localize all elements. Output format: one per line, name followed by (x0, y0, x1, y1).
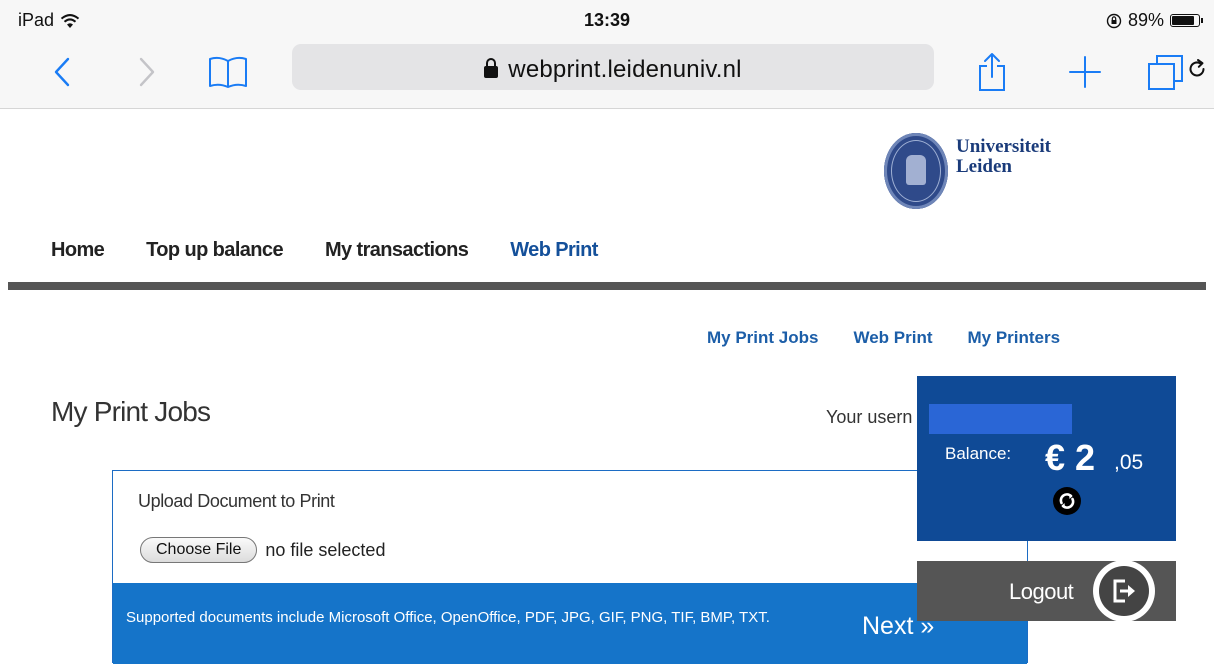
chevron-left-icon (54, 57, 70, 87)
main-nav: Home Top up balance My transactions Web … (51, 239, 640, 262)
book-icon (209, 56, 247, 88)
logout-icon-inner (1099, 566, 1149, 616)
nav-top-up-balance[interactable]: Top up balance (146, 239, 283, 262)
forward-button[interactable] (125, 50, 169, 94)
upload-panel: Upload Document to Print Choose File no … (112, 470, 1028, 664)
new-tab-button[interactable] (1063, 50, 1107, 94)
subnav-web-print[interactable]: Web Print (853, 328, 932, 348)
supported-formats-text: Supported documents include Microsoft Of… (126, 609, 770, 626)
chevron-right-icon (139, 57, 155, 87)
logout-icon (1093, 560, 1155, 622)
url-text: webprint.leidenuniv.nl (508, 56, 742, 83)
share-icon (979, 53, 1005, 91)
file-status: no file selected (265, 539, 386, 560)
reload-icon (1189, 59, 1205, 77)
page-title: My Print Jobs (51, 396, 211, 427)
logo-text: Universiteit Leiden (956, 137, 1051, 177)
status-right: 89% (1106, 10, 1203, 31)
username-redacted (929, 404, 1072, 434)
exit-icon (1113, 579, 1135, 603)
tabs-button[interactable] (1144, 50, 1188, 94)
lock-icon (484, 58, 499, 78)
url-display: webprint.leidenuniv.nl (292, 56, 934, 84)
upload-footer: Supported documents include Microsoft Of… (113, 583, 1027, 664)
university-logo[interactable]: Universiteit Leiden (884, 133, 1051, 209)
balance-panel: Balance: € 2 ,05 (917, 376, 1176, 541)
subnav-my-printers[interactable]: My Printers (968, 328, 1061, 348)
battery-percent: 89% (1127, 10, 1164, 30)
refresh-icon (1059, 493, 1075, 509)
bookmarks-button[interactable] (206, 50, 250, 94)
logout-button[interactable]: Logout (917, 560, 1176, 622)
status-bar: iPad 13:39 89% (0, 0, 1214, 40)
browser-toolbar: webprint.leidenuniv.nl (0, 40, 1214, 109)
address-bar[interactable]: webprint.leidenuniv.nl (292, 44, 1205, 90)
refresh-balance-button[interactable] (1053, 487, 1081, 515)
balance-label: Balance: (945, 444, 1012, 463)
balance-cents: ,05 (1114, 451, 1144, 474)
clock: 13:39 (583, 10, 631, 30)
nav-divider (8, 282, 1206, 290)
subnav-my-print-jobs[interactable]: My Print Jobs (707, 328, 818, 348)
logout-label: Logout (1009, 579, 1074, 604)
back-button[interactable] (40, 50, 84, 94)
file-chooser: Choose File no file selected (140, 537, 385, 563)
upload-title: Upload Document to Print (138, 491, 335, 511)
nav-web-print[interactable]: Web Print (510, 239, 598, 262)
leiden-seal-icon (884, 133, 948, 209)
nav-my-transactions[interactable]: My transactions (325, 239, 469, 262)
share-button[interactable] (970, 50, 1014, 94)
battery-icon (1170, 14, 1203, 27)
plus-icon (1069, 56, 1101, 88)
sub-nav: My Print Jobs Web Print My Printers (707, 328, 1095, 348)
username-label: Your usern (826, 407, 913, 427)
balance-amount: € 2 (1045, 437, 1096, 478)
nav-home[interactable]: Home (51, 239, 105, 262)
logo-line-1: Universiteit (956, 136, 1051, 157)
choose-file-button[interactable]: Choose File (140, 537, 258, 563)
orientation-lock-icon (1106, 13, 1122, 28)
logo-line-2: Leiden (956, 156, 1012, 177)
tabs-icon (1148, 55, 1183, 90)
